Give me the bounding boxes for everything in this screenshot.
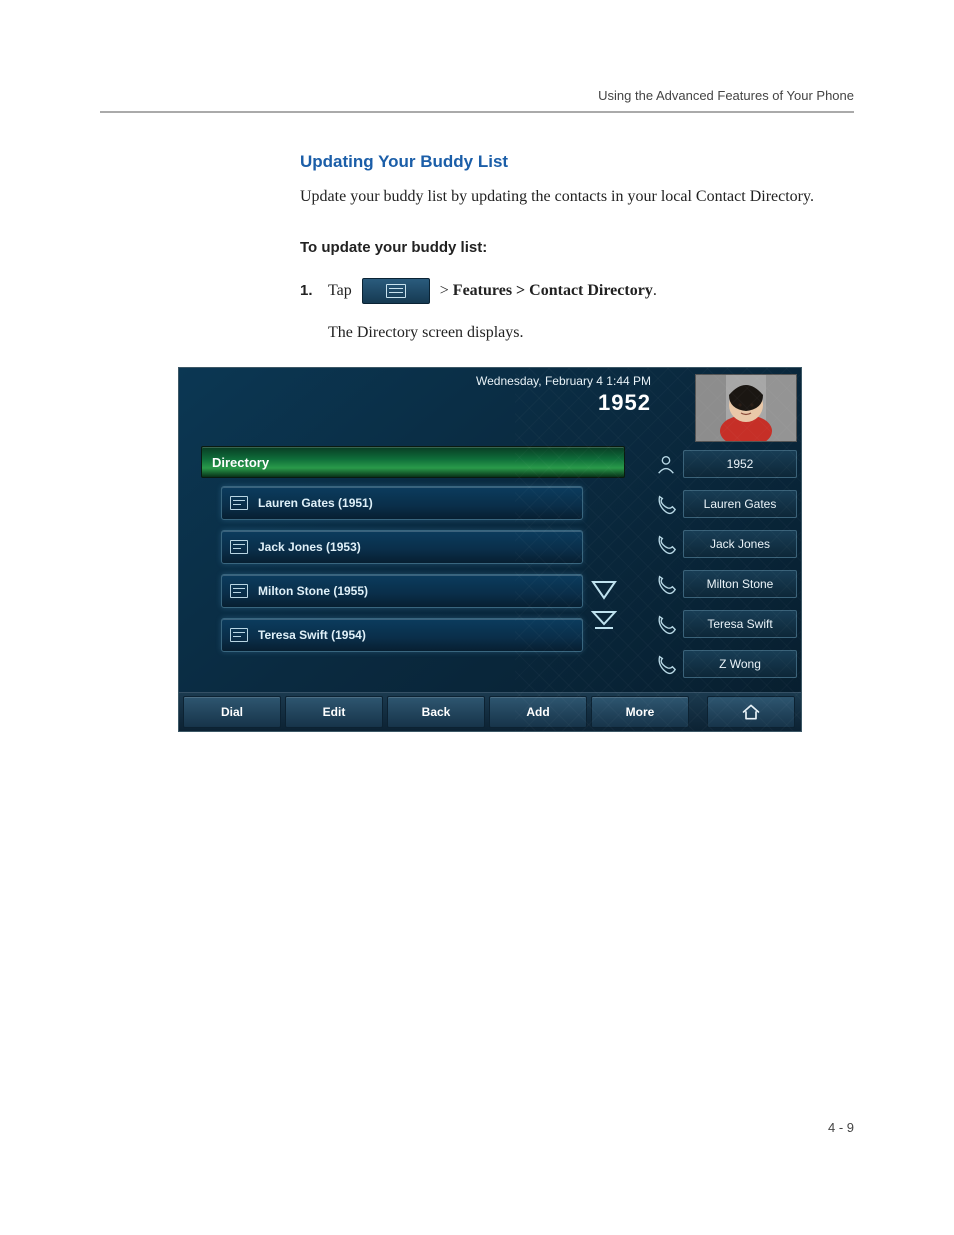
section-heading: Updating Your Buddy List	[300, 151, 854, 174]
softkey-label: More	[626, 705, 655, 719]
speed-dial-label: Teresa Swift	[707, 617, 772, 631]
contact-row[interactable]: Milton Stone (1955)	[221, 574, 583, 608]
step-lead: Tap	[328, 280, 352, 302]
menu-key-icon	[362, 278, 430, 304]
speed-dial-row[interactable]: Teresa Swift	[655, 608, 797, 640]
speed-dial-row[interactable]: Jack Jones	[655, 528, 797, 560]
home-button[interactable]	[707, 696, 795, 728]
contact-label: Teresa Swift (1954)	[258, 628, 366, 642]
contact-card-icon	[230, 584, 248, 598]
softkey-dial[interactable]: Dial	[183, 696, 281, 728]
speed-dial-column: 1952 Lauren Gates Jack Jones Milton Ston…	[655, 448, 797, 688]
speed-dial-row[interactable]: Lauren Gates	[655, 488, 797, 520]
handset-icon	[655, 493, 677, 515]
step-tail-prefix: >	[440, 282, 453, 299]
speed-dial-label: 1952	[727, 457, 754, 471]
content: Updating Your Buddy List Update your bud…	[300, 151, 854, 343]
section-subheading: To update your buddy list:	[300, 238, 854, 258]
softkey-add[interactable]: Add	[489, 696, 587, 728]
status-datetime: Wednesday, February 4 1:44 PM	[179, 374, 651, 388]
contact-card-icon	[230, 496, 248, 510]
handset-icon	[655, 573, 677, 595]
speed-dial-label: Jack Jones	[710, 537, 770, 551]
speed-dial-label: Milton Stone	[707, 577, 774, 591]
speed-dial-row[interactable]: Milton Stone	[655, 568, 797, 600]
avatar	[695, 374, 797, 442]
status-extension: 1952	[179, 390, 651, 416]
softkey-label: Back	[422, 705, 451, 719]
contact-list: Lauren Gates (1951) Jack Jones (1953) Mi…	[221, 486, 583, 662]
screen-title-bar: Directory	[201, 446, 625, 478]
softkey-label: Edit	[323, 705, 346, 719]
handset-icon	[655, 653, 677, 675]
contact-label: Milton Stone (1955)	[258, 584, 368, 598]
contact-row[interactable]: Lauren Gates (1951)	[221, 486, 583, 520]
step-tail: > Features > Contact Directory.	[440, 280, 657, 302]
speed-dial-label: Z Wong	[719, 657, 761, 671]
handset-icon	[655, 533, 677, 555]
softkey-label: Add	[526, 705, 549, 719]
step-result: The Directory screen displays.	[328, 322, 854, 344]
scroll-down-icon[interactable]	[591, 578, 617, 600]
softkey-edit[interactable]: Edit	[285, 696, 383, 728]
speed-dial-label: Lauren Gates	[704, 497, 777, 511]
screen-title: Directory	[212, 455, 269, 470]
contact-label: Jack Jones (1953)	[258, 540, 361, 554]
softkey-bar: Dial Edit Back Add More	[179, 692, 801, 731]
contact-row[interactable]: Jack Jones (1953)	[221, 530, 583, 564]
step-tail-suffix: .	[653, 282, 657, 299]
speed-dial-row[interactable]: 1952	[655, 448, 797, 480]
step-1: 1. Tap > Features > Contact Directory.	[300, 278, 854, 304]
scroll-arrows	[589, 578, 619, 632]
softkey-label: Dial	[221, 705, 243, 719]
contact-row[interactable]: Teresa Swift (1954)	[221, 618, 583, 652]
person-icon	[655, 453, 677, 475]
home-icon	[741, 703, 761, 721]
scroll-end-icon[interactable]	[591, 610, 617, 632]
softkey-back[interactable]: Back	[387, 696, 485, 728]
step-number: 1.	[300, 281, 318, 301]
section-intro: Update your buddy list by updating the c…	[300, 186, 854, 208]
speed-dial-row[interactable]: Z Wong	[655, 648, 797, 680]
softkey-more[interactable]: More	[591, 696, 689, 728]
page-footer: 4 - 9	[828, 1120, 854, 1135]
contact-label: Lauren Gates (1951)	[258, 496, 373, 510]
contact-card-icon	[230, 628, 248, 642]
phone-screenshot: Wednesday, February 4 1:44 PM 1952 Direc…	[178, 367, 802, 732]
step-tail-bold: Features > Contact Directory	[453, 282, 653, 299]
handset-icon	[655, 613, 677, 635]
page-header: Using the Advanced Features of Your Phon…	[100, 88, 854, 113]
contact-card-icon	[230, 540, 248, 554]
